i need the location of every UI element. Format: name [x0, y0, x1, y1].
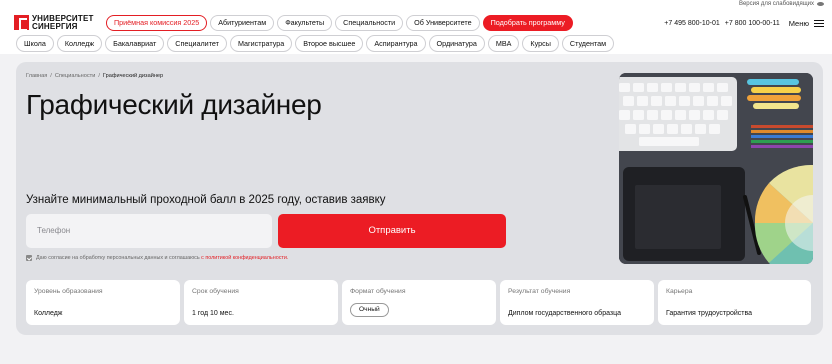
- lead-text: Узнайте минимальный проходной балл в 202…: [26, 194, 386, 206]
- hero-illustration: [619, 73, 813, 264]
- logo-icon: [14, 15, 29, 31]
- nav-specialist[interactable]: Специалитет: [167, 35, 227, 52]
- phone-link-1[interactable]: +7 495 800-10-01: [664, 20, 719, 27]
- breadcrumb-current: Графический дизайнер: [102, 73, 164, 79]
- submit-button[interactable]: Отправить: [278, 214, 506, 248]
- info-card-result: Результат обучения Диплом государственно…: [500, 280, 654, 325]
- info-card-value: Гарантия трудоустройства: [666, 310, 753, 317]
- info-card-value: Колледж: [34, 310, 63, 317]
- menu-label[interactable]: Меню: [789, 19, 809, 28]
- consent-label: Даю согласие на обработку персональных д…: [36, 255, 200, 261]
- breadcrumb-separator: /: [98, 73, 100, 79]
- site-header: УНИВЕРСИТЕТ СИНЕРГИЯ Приёмная комиссия 2…: [0, 11, 832, 54]
- primary-nav: Приёмная комиссия 2025 Абитуриентам Факу…: [106, 15, 573, 31]
- logo-text: УНИВЕРСИТЕТ СИНЕРГИЯ: [32, 15, 94, 30]
- top-utility-bar: Версия для слабовидящих: [0, 0, 832, 11]
- nav-master[interactable]: Магистратура: [229, 35, 293, 52]
- info-card-duration: Срок обучения 1 год 10 мес.: [184, 280, 338, 325]
- hero-image: [619, 73, 813, 264]
- choose-program-button[interactable]: Подобрать программу: [482, 15, 573, 31]
- contacts: +7 495 800-10-01 +7 800 100-00-11 Меню: [664, 19, 824, 28]
- secondary-nav: Школа Колледж Бакалавриат Специалитет Ма…: [16, 35, 615, 52]
- info-card-level: Уровень образования Колледж: [26, 280, 180, 325]
- info-card-label: Срок обучения: [192, 288, 239, 295]
- phone-link-2[interactable]: +7 800 100-00-11: [725, 20, 780, 27]
- breadcrumb-section[interactable]: Специальности: [55, 73, 95, 79]
- breadcrumb-separator: /: [50, 73, 52, 79]
- nav-second-higher[interactable]: Второе высшее: [295, 35, 364, 52]
- info-card-label: Карьера: [666, 288, 693, 295]
- logo-line2: СИНЕРГИЯ: [32, 21, 78, 31]
- phone-input[interactable]: Телефон: [26, 214, 272, 248]
- consent-row: Даю согласие на обработку персональных д…: [26, 255, 288, 261]
- nav-residency[interactable]: Ординатура: [428, 35, 485, 52]
- info-cards: Уровень образования Колледж Срок обучени…: [26, 280, 811, 325]
- page-title: Графический дизайнер: [26, 89, 322, 120]
- logo[interactable]: УНИВЕРСИТЕТ СИНЕРГИЯ: [14, 15, 94, 31]
- eye-icon: [817, 2, 824, 6]
- hero-section: Главная / Специальности / Графический ди…: [16, 62, 823, 335]
- breadcrumb: Главная / Специальности / Графический ди…: [26, 73, 163, 79]
- nav-students[interactable]: Студентам: [561, 35, 615, 52]
- nav-mba[interactable]: MBA: [487, 35, 520, 52]
- accessibility-link[interactable]: Версия для слабовидящих: [739, 1, 824, 7]
- accessibility-label: Версия для слабовидящих: [738, 1, 814, 7]
- nav-school[interactable]: Школа: [16, 35, 54, 52]
- nav-college[interactable]: Колледж: [56, 35, 103, 52]
- info-card-value: 1 год 10 мес.: [192, 310, 234, 317]
- nav-specialties[interactable]: Специальности: [335, 15, 404, 31]
- burger-menu-icon[interactable]: [814, 20, 824, 27]
- info-card-label: Уровень образования: [34, 288, 103, 295]
- info-card-label: Результат обучения: [508, 288, 571, 295]
- nav-postgraduate[interactable]: Аспирантура: [366, 35, 426, 52]
- privacy-policy-link[interactable]: с политикой конфиденциальности.: [201, 255, 288, 261]
- consent-text: Даю согласие на обработку персональных д…: [36, 255, 288, 261]
- nav-about[interactable]: Об Университете: [406, 15, 480, 31]
- info-card-format: Формат обучения Очный: [342, 280, 496, 325]
- info-card-value: Диплом государственного образца: [508, 310, 622, 317]
- nav-faculties[interactable]: Факультеты: [277, 15, 333, 31]
- info-card-career: Карьера Гарантия трудоустройства: [658, 280, 811, 325]
- nav-bachelor[interactable]: Бакалавриат: [105, 35, 165, 52]
- breadcrumb-home[interactable]: Главная: [26, 73, 47, 79]
- nav-admission[interactable]: Приёмная комиссия 2025: [106, 15, 208, 31]
- nav-courses[interactable]: Курсы: [522, 35, 559, 52]
- checkbox-icon[interactable]: [26, 255, 32, 261]
- info-card-label: Формат обучения: [350, 288, 406, 295]
- nav-applicants[interactable]: Абитуриентам: [210, 15, 275, 31]
- format-chip[interactable]: Очный: [350, 303, 389, 317]
